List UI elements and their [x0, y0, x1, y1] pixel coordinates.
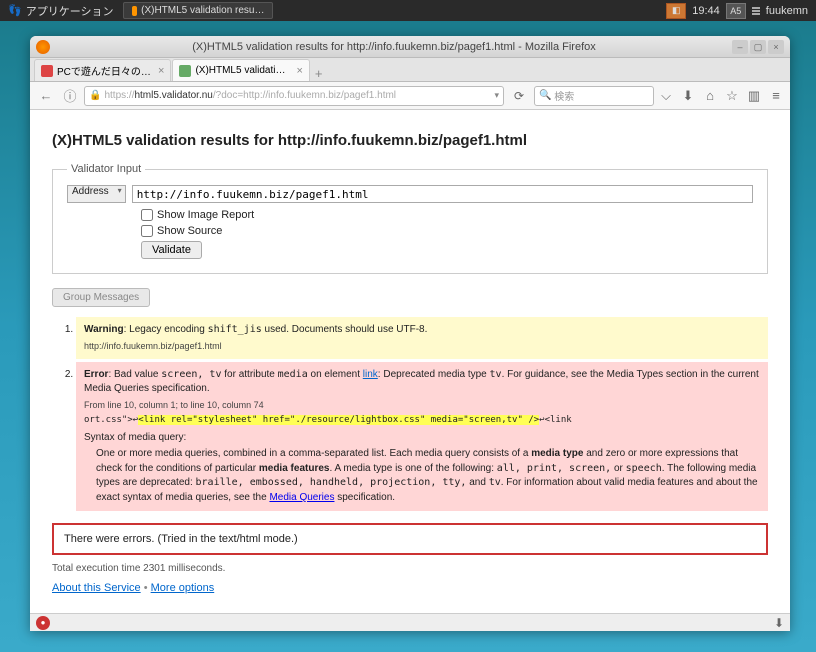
window-titlebar[interactable]: (X)HTML5 validation results for http://i… [30, 36, 790, 58]
address-input[interactable] [132, 185, 753, 203]
username-label[interactable]: fuukemn [766, 5, 808, 17]
favicon-icon [41, 65, 53, 77]
msg-type: Error [84, 369, 108, 380]
execution-time: Total execution time 2301 milliseconds. [52, 563, 768, 574]
firefox-icon [36, 40, 50, 54]
syntax-header: Syntax of media query: [84, 431, 760, 446]
close-button[interactable]: × [768, 40, 784, 54]
url-prefix: https:// [104, 90, 134, 101]
footer-links: About this Service • More options [52, 582, 768, 594]
favicon-icon [179, 65, 191, 77]
download-status-icon[interactable]: ⬇ [774, 616, 784, 630]
highlighted-code: <link rel="stylesheet" href="./resource/… [138, 415, 539, 425]
group-messages-button[interactable]: Group Messages [52, 288, 150, 307]
message-warning: Warning: Legacy encoding shift_jis used.… [76, 317, 768, 359]
more-options-link[interactable]: More options [151, 582, 215, 594]
message-error: Error: Bad value screen, tv for attribut… [76, 362, 768, 512]
search-bar[interactable]: 🔍 検索 [534, 86, 654, 106]
reload-button[interactable]: ⟳ [508, 89, 530, 103]
adblock-icon[interactable]: ● [36, 616, 50, 630]
tab-close-icon[interactable]: × [296, 65, 302, 77]
applications-label: アプリケーション [26, 3, 114, 19]
message-text: Error: Bad value screen, tv for attribut… [84, 368, 760, 397]
media-queries-link[interactable]: Media Queries [269, 492, 334, 503]
message-text: Warning: Legacy encoding shift_jis used.… [84, 323, 760, 338]
menu-icon[interactable]: ≡ [768, 88, 784, 104]
url-domain: html5.validator.nu [134, 90, 212, 101]
url-path: /?doc=http://info.fuukemn.biz/pagef1.htm… [213, 90, 396, 101]
gnome-foot-icon: 👣 [8, 4, 22, 17]
identity-icon[interactable]: ⓘ [60, 86, 80, 106]
lock-icon: 🔒 [89, 90, 101, 101]
taskbar-item-firefox[interactable]: (X)HTML5 validation resu… [123, 2, 273, 19]
dropdown-icon[interactable]: ▾ [494, 90, 499, 101]
validator-input-fieldset: Validator Input Address Show Image Repor… [52, 163, 768, 274]
page-content: (X)HTML5 validation results for http://i… [30, 110, 790, 613]
pocket-icon[interactable]: ⌵ [658, 88, 674, 104]
network-icon[interactable] [752, 7, 760, 15]
firefox-icon [132, 6, 137, 16]
status-bar: ● ⬇ [30, 613, 790, 631]
error-summary: There were errors. (Tried in the text/ht… [52, 523, 768, 555]
messages-list: Warning: Legacy encoding shift_jis used.… [52, 317, 768, 511]
tab-close-icon[interactable]: × [158, 65, 164, 77]
keyboard-indicator[interactable]: A5 [726, 3, 746, 19]
toolbar-actions: ⌵ ⬇ ⌂ ☆ ▥ ≡ [658, 88, 784, 104]
search-icon: 🔍 [539, 90, 551, 101]
message-source: http://info.fuukemn.biz/pagef1.html [84, 340, 760, 353]
minimize-button[interactable]: – [732, 40, 748, 54]
taskbar-label: (X)HTML5 validation resu… [141, 5, 264, 16]
tab-label: (X)HTML5 validation re… [195, 65, 290, 76]
about-service-link[interactable]: About this Service [52, 582, 141, 594]
code-snippet: ort.css">↩<link rel="stylesheet" href=".… [84, 414, 760, 427]
message-location: From line 10, column 1; to line 10, colu… [84, 399, 760, 412]
address-row: Address [67, 185, 753, 203]
page-heading: (X)HTML5 validation results for http://i… [52, 132, 768, 149]
nav-toolbar: ← ⓘ 🔒 https://html5.validator.nu/?doc=ht… [30, 82, 790, 110]
tab-1[interactable]: PCで遊んだ日々の備忘録 × [34, 59, 171, 81]
clock[interactable]: 19:44 [692, 5, 720, 17]
link-element-link[interactable]: link [363, 369, 378, 380]
fieldset-legend: Validator Input [67, 163, 145, 175]
show-source-checkbox[interactable]: Show Source [141, 225, 753, 237]
input-type-select[interactable]: Address [67, 185, 126, 203]
new-tab-button[interactable]: + [311, 66, 327, 81]
library-icon[interactable]: ▥ [746, 88, 762, 104]
bookmark-star-icon[interactable]: ☆ [724, 88, 740, 104]
back-button[interactable]: ← [36, 86, 56, 106]
checkbox-label: Show Image Report [157, 209, 254, 221]
firefox-window: (X)HTML5 validation results for http://i… [30, 36, 790, 631]
tab-label: PCで遊んだ日々の備忘録 [57, 63, 152, 78]
checkbox-label: Show Source [157, 225, 222, 237]
checkbox[interactable] [141, 209, 153, 221]
applications-menu[interactable]: 👣 アプリケーション [0, 1, 121, 21]
panel-left: 👣 アプリケーション (X)HTML5 validation resu… [0, 1, 273, 21]
tab-2-active[interactable]: (X)HTML5 validation re… × [172, 59, 309, 81]
home-icon[interactable]: ⌂ [702, 88, 718, 104]
show-image-checkbox[interactable]: Show Image Report [141, 209, 753, 221]
url-bar[interactable]: 🔒 https://html5.validator.nu/?doc=http:/… [84, 86, 504, 106]
maximize-button[interactable]: ▢ [750, 40, 766, 54]
window-title: (X)HTML5 validation results for http://i… [56, 41, 732, 53]
msg-type: Warning [84, 324, 124, 335]
checkbox[interactable] [141, 225, 153, 237]
syntax-explanation: One or more media queries, combined in a… [84, 447, 760, 505]
panel-right: ◧ 19:44 A5 fuukemn [666, 3, 816, 19]
search-placeholder: 検索 [554, 88, 574, 103]
tab-strip: PCで遊んだ日々の備忘録 × (X)HTML5 validation re… ×… [30, 58, 790, 82]
desktop-top-panel: 👣 アプリケーション (X)HTML5 validation resu… ◧ 1… [0, 0, 816, 21]
tray-indicator[interactable]: ◧ [666, 3, 686, 19]
window-controls: – ▢ × [732, 40, 784, 54]
download-icon[interactable]: ⬇ [680, 88, 696, 104]
validate-button[interactable]: Validate [141, 241, 202, 259]
separator: • [141, 582, 151, 594]
